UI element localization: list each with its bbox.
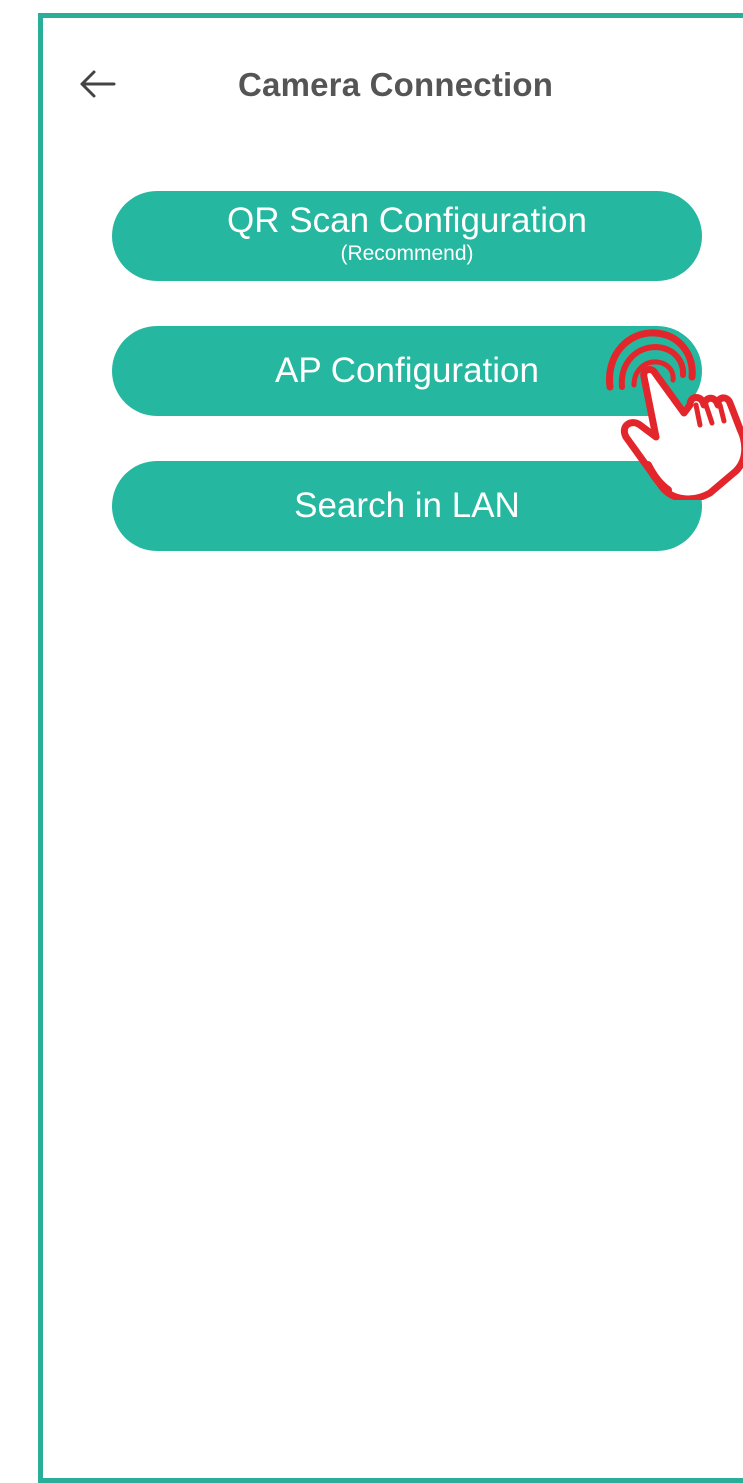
search-in-lan-button[interactable]: Search in LAN bbox=[112, 461, 702, 551]
back-button[interactable] bbox=[75, 62, 119, 106]
arrow-left-icon bbox=[80, 70, 116, 98]
recommend-label: (Recommend) bbox=[340, 242, 474, 265]
qr-scan-label: QR Scan Configuration bbox=[227, 201, 587, 240]
qr-scan-configuration-button[interactable]: QR Scan Configuration (Recommend) bbox=[112, 191, 702, 281]
ap-configuration-button[interactable]: AP Configuration bbox=[112, 326, 702, 416]
page-title: Camera Connection bbox=[238, 66, 554, 103]
search-in-lan-label: Search in LAN bbox=[294, 486, 520, 525]
ap-configuration-label: AP Configuration bbox=[275, 351, 539, 390]
app-header: Camera Connection bbox=[43, 58, 743, 118]
app-screen: Camera Connection QR Scan Configuration … bbox=[38, 13, 743, 1483]
